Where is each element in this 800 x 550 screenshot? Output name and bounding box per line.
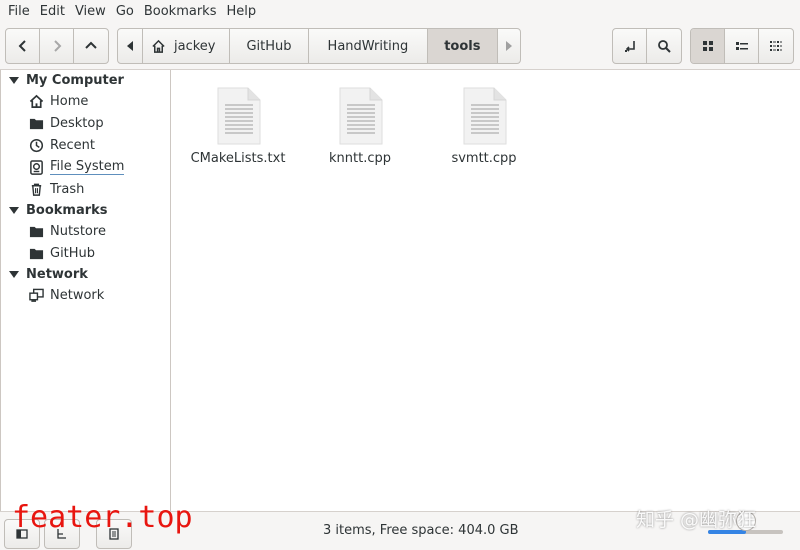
sidebar-item-label: Nutstore	[50, 223, 106, 239]
compact-view-icon	[770, 41, 782, 51]
section-my-computer[interactable]: My Computer	[9, 70, 124, 90]
location-search-buttons	[612, 28, 682, 64]
sidebar-item-label: Network	[50, 287, 105, 303]
section-title: My Computer	[26, 72, 124, 88]
sidebar-item-network[interactable]: Network	[29, 285, 104, 305]
sidebar: My Computer Home Desktop Recent File Sys…	[0, 70, 171, 511]
clock-icon	[29, 138, 44, 152]
menu-bar: File Edit View Go Bookmarks Help	[0, 0, 800, 24]
breadcrumb-scroll-right[interactable]	[498, 29, 520, 63]
watermark-signature: 知乎 @幽弥狂	[636, 509, 757, 531]
breadcrumb-jackey[interactable]: jackey	[143, 29, 231, 63]
back-button[interactable]	[6, 29, 40, 63]
file-view[interactable]: CMakeLists.txt knntt.cpp svmtt.cpp	[172, 70, 800, 511]
icon-view-button[interactable]	[691, 29, 725, 63]
view-mode-buttons	[690, 28, 794, 64]
triangle-right-icon	[505, 41, 512, 51]
text-file-icon	[463, 87, 507, 145]
file-item[interactable]: svmtt.cpp	[429, 87, 539, 166]
file-item[interactable]: knntt.cpp	[305, 87, 415, 166]
menu-view[interactable]: View	[70, 0, 111, 24]
sidebar-item-label: Recent	[50, 137, 95, 153]
section-title: Network	[26, 266, 88, 282]
status-text: 3 items, Free space: 404.0 GB	[323, 523, 519, 538]
home-icon	[29, 94, 44, 108]
file-name: svmtt.cpp	[451, 151, 517, 166]
chevron-left-icon	[18, 40, 26, 52]
section-title: Bookmarks	[26, 202, 108, 218]
section-bookmarks[interactable]: Bookmarks	[9, 200, 108, 220]
toolbar: jackey GitHub HandWriting tools	[0, 24, 800, 70]
list-view-icon	[735, 42, 748, 50]
file-name: CMakeLists.txt	[190, 151, 286, 166]
menu-go[interactable]: Go	[111, 0, 139, 24]
sidebar-item-github[interactable]: GitHub	[29, 243, 95, 263]
sidebar-item-label: GitHub	[50, 245, 96, 261]
text-file-icon	[217, 87, 261, 145]
triangle-left-icon	[127, 41, 133, 51]
breadcrumb-handwriting[interactable]: HandWriting	[309, 29, 429, 63]
breadcrumb-github[interactable]: GitHub	[230, 29, 309, 63]
network-icon	[29, 288, 44, 302]
navigation-buttons	[5, 28, 109, 64]
section-network[interactable]: Network	[9, 264, 88, 284]
text-file-icon	[339, 87, 383, 145]
menu-edit[interactable]: Edit	[35, 0, 70, 24]
breadcrumb: jackey GitHub HandWriting tools	[117, 28, 521, 64]
sidebar-item-label: Trash	[50, 181, 85, 197]
expand-triangle-icon	[9, 76, 19, 84]
home-icon	[152, 39, 165, 53]
sidebar-item-home[interactable]: Home	[29, 91, 88, 111]
file-item[interactable]: CMakeLists.txt	[183, 87, 293, 166]
grid-view-icon	[702, 41, 713, 51]
watermark-text: feater.top	[12, 500, 193, 535]
chevron-up-icon	[85, 41, 97, 49]
toggle-location-button[interactable]	[613, 29, 647, 63]
expand-triangle-icon	[9, 206, 19, 214]
list-view-button[interactable]	[725, 29, 759, 63]
folder-icon	[29, 226, 44, 237]
sidebar-item-label: Desktop	[50, 115, 104, 131]
chevron-right-icon	[53, 40, 61, 52]
breadcrumb-tools[interactable]: tools	[428, 29, 498, 63]
sidebar-item-nutstore[interactable]: Nutstore	[29, 221, 106, 241]
sidebar-item-label: File System	[50, 159, 125, 175]
breadcrumb-scroll-left[interactable]	[118, 29, 143, 63]
sidebar-item-desktop[interactable]: Desktop	[29, 113, 104, 133]
folder-icon	[29, 118, 44, 129]
expand-triangle-icon	[9, 270, 19, 278]
drive-icon	[30, 159, 43, 175]
sidebar-item-file-system[interactable]: File System	[29, 157, 125, 177]
menu-bookmarks[interactable]: Bookmarks	[139, 0, 222, 24]
sidebar-item-recent[interactable]: Recent	[29, 135, 95, 155]
compact-view-button[interactable]	[759, 29, 793, 63]
forward-button[interactable]	[40, 29, 74, 63]
location-entry-icon	[624, 41, 635, 52]
search-icon	[658, 40, 671, 53]
sidebar-item-trash[interactable]: Trash	[29, 179, 84, 199]
menu-file[interactable]: File	[3, 0, 35, 24]
folder-icon	[29, 248, 44, 259]
menu-help[interactable]: Help	[221, 0, 261, 24]
sidebar-item-label: Home	[50, 93, 89, 109]
up-button[interactable]	[74, 29, 108, 63]
file-name: knntt.cpp	[329, 151, 391, 166]
trash-icon	[31, 183, 42, 196]
breadcrumb-label: jackey	[174, 38, 216, 54]
search-button[interactable]	[647, 29, 681, 63]
